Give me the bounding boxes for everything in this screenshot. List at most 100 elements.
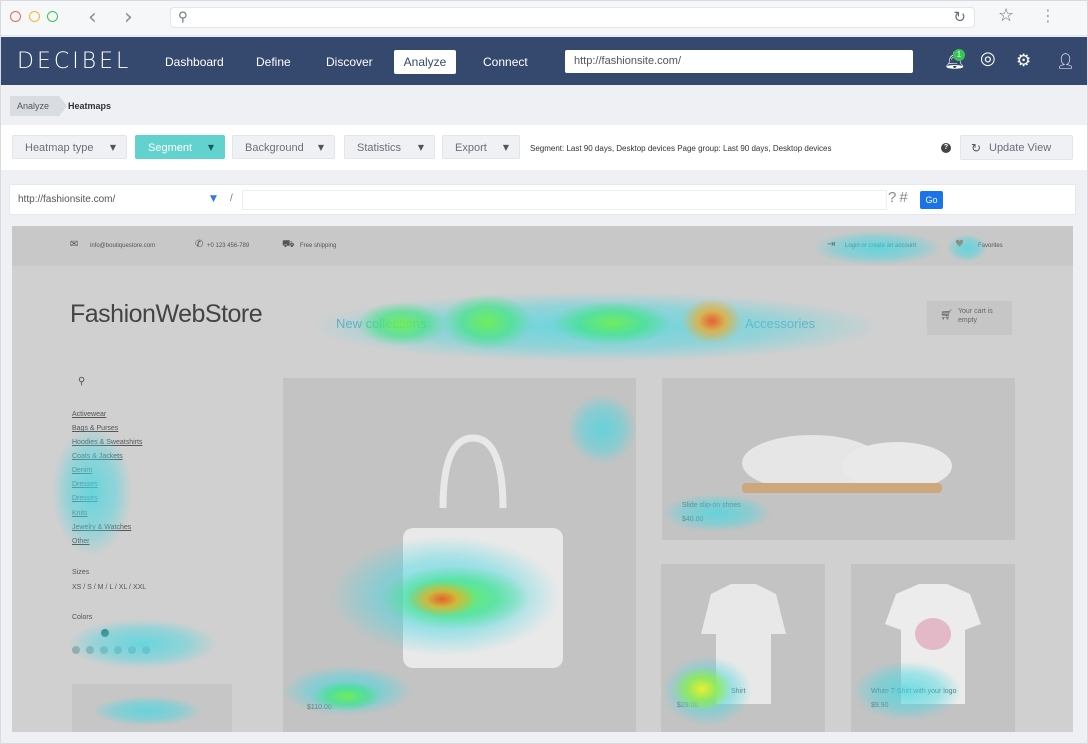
- site-category: Coats & Jackets: [72, 453, 123, 460]
- browser-menu-icon[interactable]: ⋮: [1040, 6, 1056, 25]
- heatmap-type-dropdown[interactable]: Heatmap type ▼: [12, 135, 127, 159]
- shoes-image: [742, 435, 952, 493]
- page-url-row: http://fashionsite.com/ ▼ / ?# Go: [9, 184, 1076, 215]
- background-label: Background: [245, 142, 304, 154]
- color-swatch: [86, 646, 94, 654]
- caret-down-icon: ▼: [109, 143, 116, 152]
- caret-down-icon: ▼: [502, 143, 509, 152]
- caret-down-icon[interactable]: ▼: [210, 194, 217, 204]
- segment-info-text: Segment: Last 90 days, Desktop devices P…: [530, 144, 832, 153]
- background-dropdown[interactable]: Background ▼: [232, 135, 335, 159]
- go-button[interactable]: Go: [920, 191, 943, 209]
- truck-icon: ⛟: [282, 239, 295, 250]
- product-price: $29.00: [677, 702, 699, 709]
- nav-item-discover[interactable]: Discover: [316, 50, 383, 74]
- site-menu-accessories: Accessories: [745, 316, 816, 331]
- product-tshirt-panel: White T-Shirt with your logo $9.90: [851, 564, 1015, 732]
- search-icon: ⚲: [78, 376, 86, 387]
- nav-url-input[interactable]: http://fashionsite.com/: [565, 50, 913, 73]
- site-newsletter-box: [72, 684, 232, 732]
- statistics-label: Statistics: [357, 142, 402, 154]
- site-category: Dresses: [72, 495, 98, 502]
- site-category: Denim: [72, 467, 93, 474]
- site-favorites: Favorites: [978, 243, 1003, 249]
- forward-arrow-icon[interactable]: ›: [124, 5, 133, 30]
- heatmap-canvas[interactable]: ✉ info@boutiquestore.com ✆ +0 123 456-78…: [12, 226, 1073, 732]
- export-dropdown[interactable]: Export ▼: [442, 135, 520, 159]
- help-lifebuoy-icon[interactable]: ◎: [980, 50, 996, 68]
- product-price: $40.00: [682, 516, 704, 523]
- bag-image: [403, 434, 563, 668]
- breadcrumb-analyze[interactable]: Analyze: [10, 96, 68, 116]
- phone-icon: ✆: [195, 239, 204, 250]
- nav-item-analyze[interactable]: Analyze: [394, 50, 456, 74]
- notification-badge: 1: [953, 49, 965, 61]
- product-name: White T-Shirt with your logo: [871, 688, 957, 695]
- nav-item-connect[interactable]: Connect: [473, 50, 538, 74]
- user-icon[interactable]: 👤︎: [1056, 52, 1075, 70]
- color-swatch: [142, 646, 150, 654]
- page-url-select[interactable]: http://fashionsite.com/: [18, 194, 115, 205]
- site-sizes: XS / S / M / L / XL / XXL: [72, 584, 147, 591]
- site-cart-text: Your cart is empty: [958, 308, 993, 324]
- back-arrow-icon[interactable]: ‹: [88, 5, 97, 30]
- minimize-window-dot[interactable]: [29, 11, 40, 22]
- statistics-dropdown[interactable]: Statistics ▼: [344, 135, 435, 159]
- product-shoes-panel: Slide slip-on shoes $40.00: [662, 378, 1015, 540]
- segment-label: Segment: [148, 142, 193, 154]
- product-bag-panel: $110.00: [283, 378, 636, 732]
- site-category: Dresses: [72, 481, 98, 488]
- site-category: Hoodies & Sweatshirts: [72, 439, 143, 446]
- search-icon: ⚲: [178, 10, 188, 25]
- caret-down-icon: ▼: [417, 143, 424, 152]
- site-category: Knits: [72, 510, 88, 517]
- path-input[interactable]: [242, 190, 887, 210]
- path-slash: /: [230, 193, 233, 204]
- site-phone: +0 123 456-789: [207, 243, 250, 249]
- reload-icon[interactable]: ↻: [953, 8, 966, 26]
- help-icon[interactable]: ?: [941, 143, 951, 153]
- color-swatch: [101, 629, 109, 637]
- browser-chrome: ‹ › ⚲ ↻ ☆ ⋮: [0, 0, 1088, 36]
- query-hash-toggle[interactable]: ?#: [888, 189, 911, 206]
- decibel-logo: DECIBEL: [17, 49, 132, 74]
- gear-icon[interactable]: ⚙: [1016, 52, 1031, 70]
- heat-spot: [67, 619, 217, 669]
- segment-dropdown[interactable]: Segment ▼: [135, 135, 225, 159]
- color-swatch: [114, 646, 122, 654]
- heatmap-toolbar: Heatmap type ▼ Segment ▼ Background ▼ St…: [0, 125, 1088, 170]
- update-view-label: Update View: [989, 142, 1052, 154]
- site-cart: 🛒︎ Your cart is empty: [927, 301, 1012, 335]
- heat-spot: [682, 298, 742, 344]
- maximize-window-dot[interactable]: [47, 11, 58, 22]
- breadcrumb: Analyze Heatmaps: [0, 85, 1088, 125]
- site-shipping: Free shipping: [300, 243, 337, 249]
- heatmap-type-label: Heatmap type: [25, 142, 94, 154]
- login-icon: ⇥: [827, 239, 836, 250]
- site-colors-label: Colors: [72, 614, 93, 621]
- heart-icon: ♥: [955, 239, 964, 250]
- site-search-box: ⚲: [72, 376, 207, 392]
- app-navbar: DECIBEL Dashboard Define Discover Analyz…: [0, 37, 1088, 85]
- site-category: Other: [72, 538, 90, 545]
- cart-icon: 🛒︎: [940, 310, 953, 321]
- heat-spot: [552, 301, 672, 345]
- product-shirt-panel: Shirt $29.00: [661, 564, 825, 732]
- breadcrumb-heatmaps: Heatmaps: [68, 101, 112, 111]
- refresh-icon: ↻: [971, 141, 982, 155]
- close-window-dot[interactable]: [10, 11, 21, 22]
- update-view-button[interactable]: ↻ Update View: [960, 135, 1073, 160]
- site-email: info@boutiquestore.com: [90, 243, 156, 249]
- browser-address-bar[interactable]: ⚲ ↻: [170, 7, 975, 28]
- color-swatch: [100, 646, 108, 654]
- heat-spot: [442, 294, 532, 350]
- caret-down-icon: ▼: [207, 143, 214, 152]
- color-swatch: [72, 646, 80, 654]
- bookmark-star-icon[interactable]: ☆: [998, 5, 1014, 26]
- nav-item-dashboard[interactable]: Dashboard: [155, 50, 234, 74]
- nav-item-define[interactable]: Define: [246, 50, 301, 74]
- product-name: Shirt: [731, 688, 746, 695]
- caret-down-icon: ▼: [317, 143, 324, 152]
- site-menu-new-collections: New collections: [336, 316, 427, 331]
- site-category: Bags & Purses: [72, 425, 119, 432]
